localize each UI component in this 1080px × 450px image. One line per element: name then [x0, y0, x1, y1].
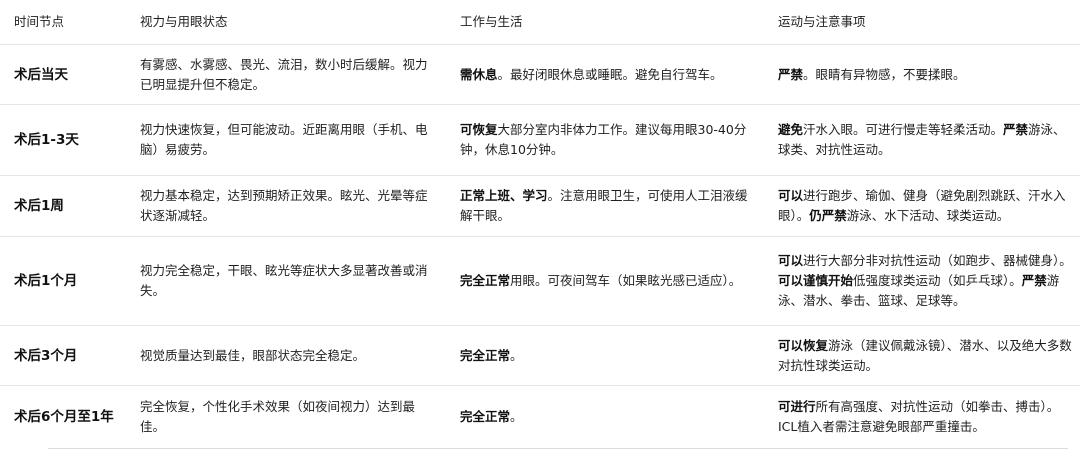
work-emphasis: 完全正常: [460, 273, 511, 288]
work-text: 用眼。可夜间驾车（如果眩光感已适应）。: [510, 273, 742, 288]
header-work: 工作与生活: [460, 14, 523, 29]
sport-text: 所有高强度、对抗性运动（如拳击、搏击）。ICL植入者需注意避免眼部严重撞击。: [778, 399, 1060, 434]
work-cell: 需休息。最好闭眼休息或睡眠。避免自行驾车。: [448, 65, 768, 85]
work-cell: 完全正常。: [448, 407, 768, 427]
stage-cell: 术后1个月: [14, 273, 78, 289]
sport-cell: 严禁。眼睛有异物感，不要揉眼。: [768, 65, 1080, 85]
sport-emphasis: 严禁: [778, 66, 804, 82]
work-cell: 可恢复大部分室内非体力工作。建议每用眼30-40分钟，休息10分钟。: [448, 120, 768, 160]
work-cell: 完全正常用眼。可夜间驾车（如果眩光感已适应）。: [448, 271, 768, 291]
work-text: 。: [510, 409, 523, 424]
sport-cell: 可以进行大部分非对抗性运动（如跑步、器械健身）。可以谨慎开始低强度球类运动（如乒…: [768, 251, 1080, 311]
stage-cell: 术后1周: [14, 198, 64, 214]
sport-text: 进行大部分非对抗性运动（如跑步、器械健身）。: [803, 253, 1072, 268]
sport-text: 。眼睛有异物感，不要揉眼。: [803, 66, 966, 82]
sport-emphasis: 可进行: [778, 399, 816, 414]
work-emphasis: 完全正常: [460, 347, 511, 363]
sport-emphasis: 可以: [778, 253, 804, 268]
work-text: 。: [510, 347, 523, 363]
table-row: 术后当天 有雾感、水雾感、畏光、流泪，数小时后缓解。视力已明显提升但不稳定。 需…: [0, 45, 1080, 105]
sport-emphasis: 可以谨慎开始: [778, 273, 854, 288]
stage-cell: 术后6个月至1年: [14, 409, 114, 425]
header-vision: 视力与用眼状态: [140, 14, 228, 29]
table-bottom-divider: [48, 448, 1068, 449]
vision-cell: 视力基本稳定，达到预期矫正效果。眩光、光晕等症状逐渐减轻。: [140, 188, 428, 223]
sport-cell: 可以恢复游泳（建议佩戴泳镜）、潜水、以及绝大多数对抗性球类运动。: [768, 336, 1080, 376]
work-emphasis: 可恢复: [460, 122, 498, 137]
stage-cell: 术后3个月: [14, 347, 78, 364]
vision-cell: 视觉质量达到最佳，眼部状态完全稳定。: [140, 347, 366, 363]
work-emphasis: 完全正常: [460, 409, 511, 424]
sport-text: 汗水入眼。可进行慢走等轻柔活动。: [803, 122, 1004, 137]
table-row: 术后3个月 视觉质量达到最佳，眼部状态完全稳定。 完全正常。 可以恢复游泳（建议…: [0, 326, 1080, 386]
sport-emphasis: 严禁: [1003, 122, 1029, 137]
sport-emphasis: 严禁: [1021, 273, 1047, 288]
work-text: 。最好闭眼休息或睡眠。避免自行驾车。: [497, 66, 723, 82]
sport-cell: 可以进行跑步、瑜伽、健身（避免剧烈跳跃、汗水入眼）。仍严禁游泳、水下活动、球类运…: [768, 186, 1080, 226]
table-row: 术后6个月至1年 完全恢复，个性化手术效果（如夜间视力）达到最佳。 完全正常。 …: [0, 386, 1080, 448]
table-row: 术后1周 视力基本稳定，达到预期矫正效果。眩光、光晕等症状逐渐减轻。 正常上班、…: [0, 176, 1080, 237]
header-sport: 运动与注意事项: [778, 14, 866, 29]
table-row: 术后1-3天 视力快速恢复，但可能波动。近距离用眼（手机、电脑）易疲劳。 可恢复…: [0, 105, 1080, 176]
sport-cell: 可进行所有高强度、对抗性运动（如拳击、搏击）。ICL植入者需注意避免眼部严重撞击…: [768, 397, 1080, 437]
vision-cell: 视力完全稳定，干眼、眩光等症状大多显著改善或消失。: [140, 263, 428, 298]
sport-emphasis: 可以: [778, 188, 804, 203]
stage-cell: 术后1-3天: [14, 132, 79, 148]
vision-cell: 视力快速恢复，但可能波动。近距离用眼（手机、电脑）易疲劳。: [140, 122, 428, 157]
sport-emphasis: 可以恢复: [778, 337, 829, 353]
work-cell: 正常上班、学习。注意用眼卫生，可使用人工泪液缓解干眼。: [448, 186, 768, 226]
sport-emphasis: 避免: [778, 122, 804, 137]
sport-text: 低强度球类运动（如乒乓球）。: [853, 273, 1022, 288]
header-stage: 时间节点: [14, 14, 65, 29]
work-text: 大部分室内非体力工作。建议每用眼30-40分钟，休息10分钟。: [460, 122, 747, 157]
stage-cell: 术后当天: [14, 66, 68, 83]
work-emphasis: 需休息: [460, 66, 498, 82]
vision-cell: 有雾感、水雾感、畏光、流泪，数小时后缓解。视力已明显提升但不稳定。: [140, 56, 428, 92]
table-header-row: 时间节点 视力与用眼状态 工作与生活 运动与注意事项: [0, 0, 1080, 45]
sport-text: 游泳、水下活动、球类运动。: [846, 208, 1010, 223]
work-emphasis: 正常上班、学习: [460, 188, 548, 203]
table-row: 术后1个月 视力完全稳定，干眼、眩光等症状大多显著改善或消失。 完全正常用眼。可…: [0, 237, 1080, 326]
work-cell: 完全正常。: [448, 346, 768, 366]
sport-emphasis: 仍严禁: [809, 208, 847, 223]
recovery-table: 时间节点 视力与用眼状态 工作与生活 运动与注意事项 术后当天 有雾感、水雾感、…: [0, 0, 1080, 448]
sport-cell: 避免汗水入眼。可进行慢走等轻柔活动。严禁游泳、球类、对抗性运动。: [768, 120, 1080, 160]
vision-cell: 完全恢复，个性化手术效果（如夜间视力）达到最佳。: [140, 399, 416, 434]
